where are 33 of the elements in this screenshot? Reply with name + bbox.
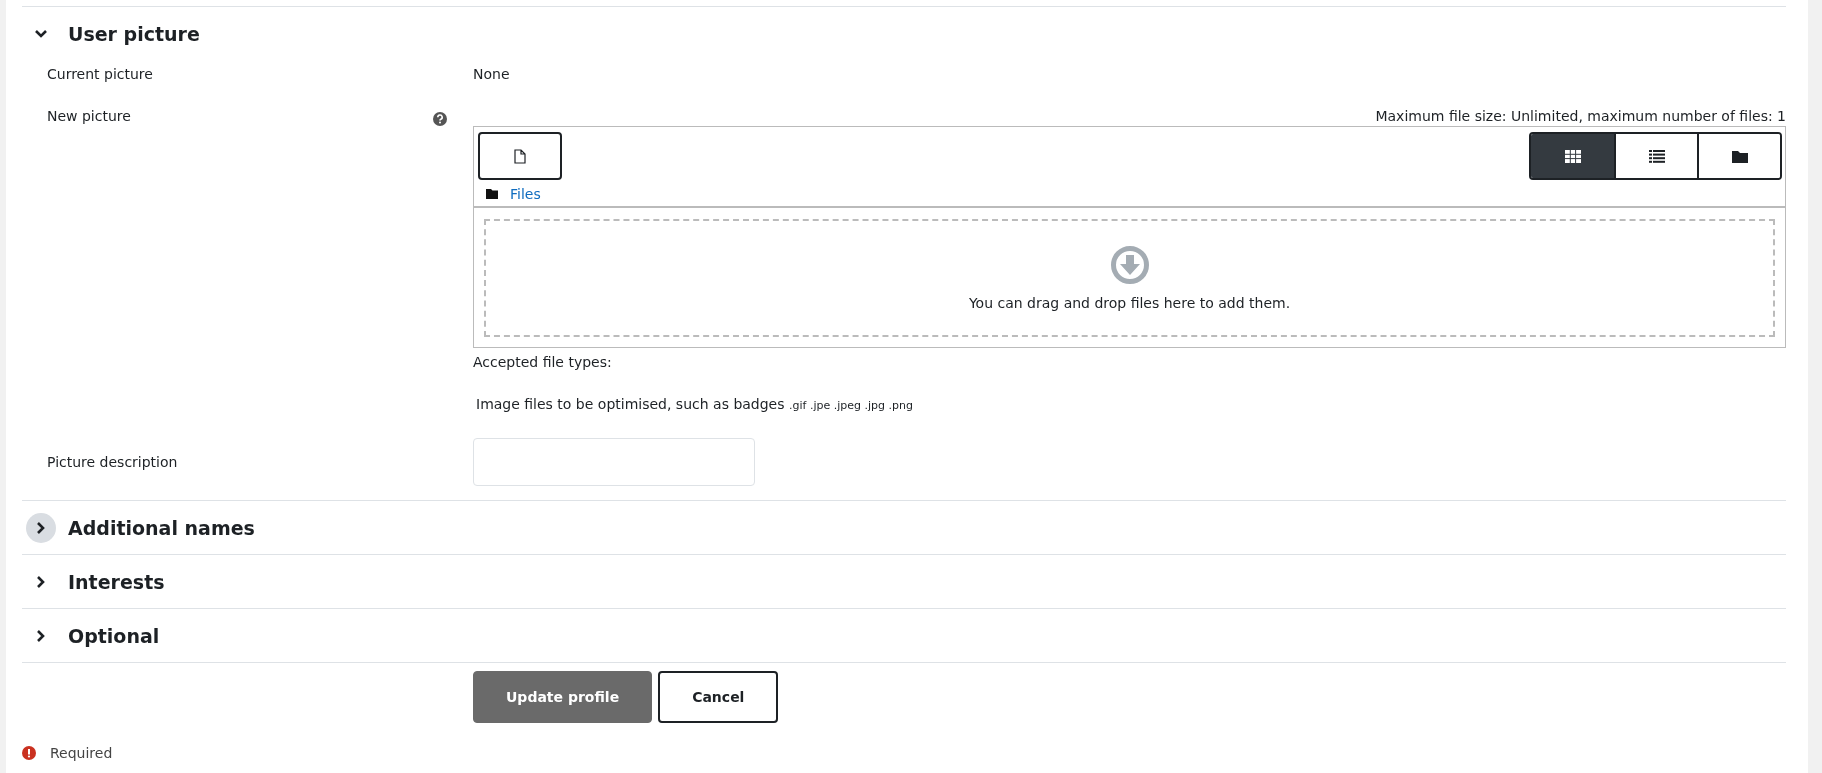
field-label: Current picture: [47, 66, 153, 82]
folder-icon: [1731, 149, 1748, 163]
file-icon: [514, 148, 526, 164]
view-mode-button[interactable]: [1697, 134, 1780, 178]
list-icon: [1648, 149, 1665, 163]
drop-zone-text: You can drag and drop files here to add them.: [968, 295, 1291, 311]
picture-description-field[interactable]: [473, 438, 755, 486]
section-heading[interactable]: Optional: [68, 624, 160, 647]
section-toggle[interactable]: [26, 512, 56, 543]
help-icon[interactable]: [433, 112, 447, 126]
required-icon: [22, 746, 36, 760]
folder-icon: [486, 189, 498, 199]
view-mode-button[interactable]: [1531, 134, 1614, 178]
chevron-right-icon: [36, 574, 46, 589]
required-note: Required: [50, 745, 113, 761]
section-heading[interactable]: Additional names: [68, 516, 255, 539]
drop-zone[interactable]: You can drag and drop files here to add them.: [484, 219, 1775, 337]
field-value: None: [473, 66, 510, 82]
files-breadcrumb-link[interactable]: Files: [510, 186, 541, 202]
grid-icon: [1564, 149, 1581, 163]
chevron-right-icon: [36, 628, 46, 643]
accepted-types-label: Accepted file types:: [473, 354, 612, 370]
section-heading[interactable]: User picture: [68, 22, 200, 45]
accepted-types-text: Image files to be optimised, such as badges .gif .jpe .jpeg .jpg .png: [476, 396, 913, 412]
field-label: New picture: [47, 108, 131, 124]
chevron-down-icon: [34, 28, 48, 39]
field-label: Picture description: [47, 454, 178, 470]
file-limits-text: Maximum file size: Unlimited, maximum number of files: 1: [1375, 108, 1786, 124]
chevron-right-icon: [36, 520, 46, 535]
cancel-button[interactable]: Cancel: [658, 671, 779, 723]
update-profile-button[interactable]: Update profile: [473, 671, 653, 723]
section-heading[interactable]: Interests: [68, 570, 165, 593]
add-file-button[interactable]: [478, 132, 562, 180]
